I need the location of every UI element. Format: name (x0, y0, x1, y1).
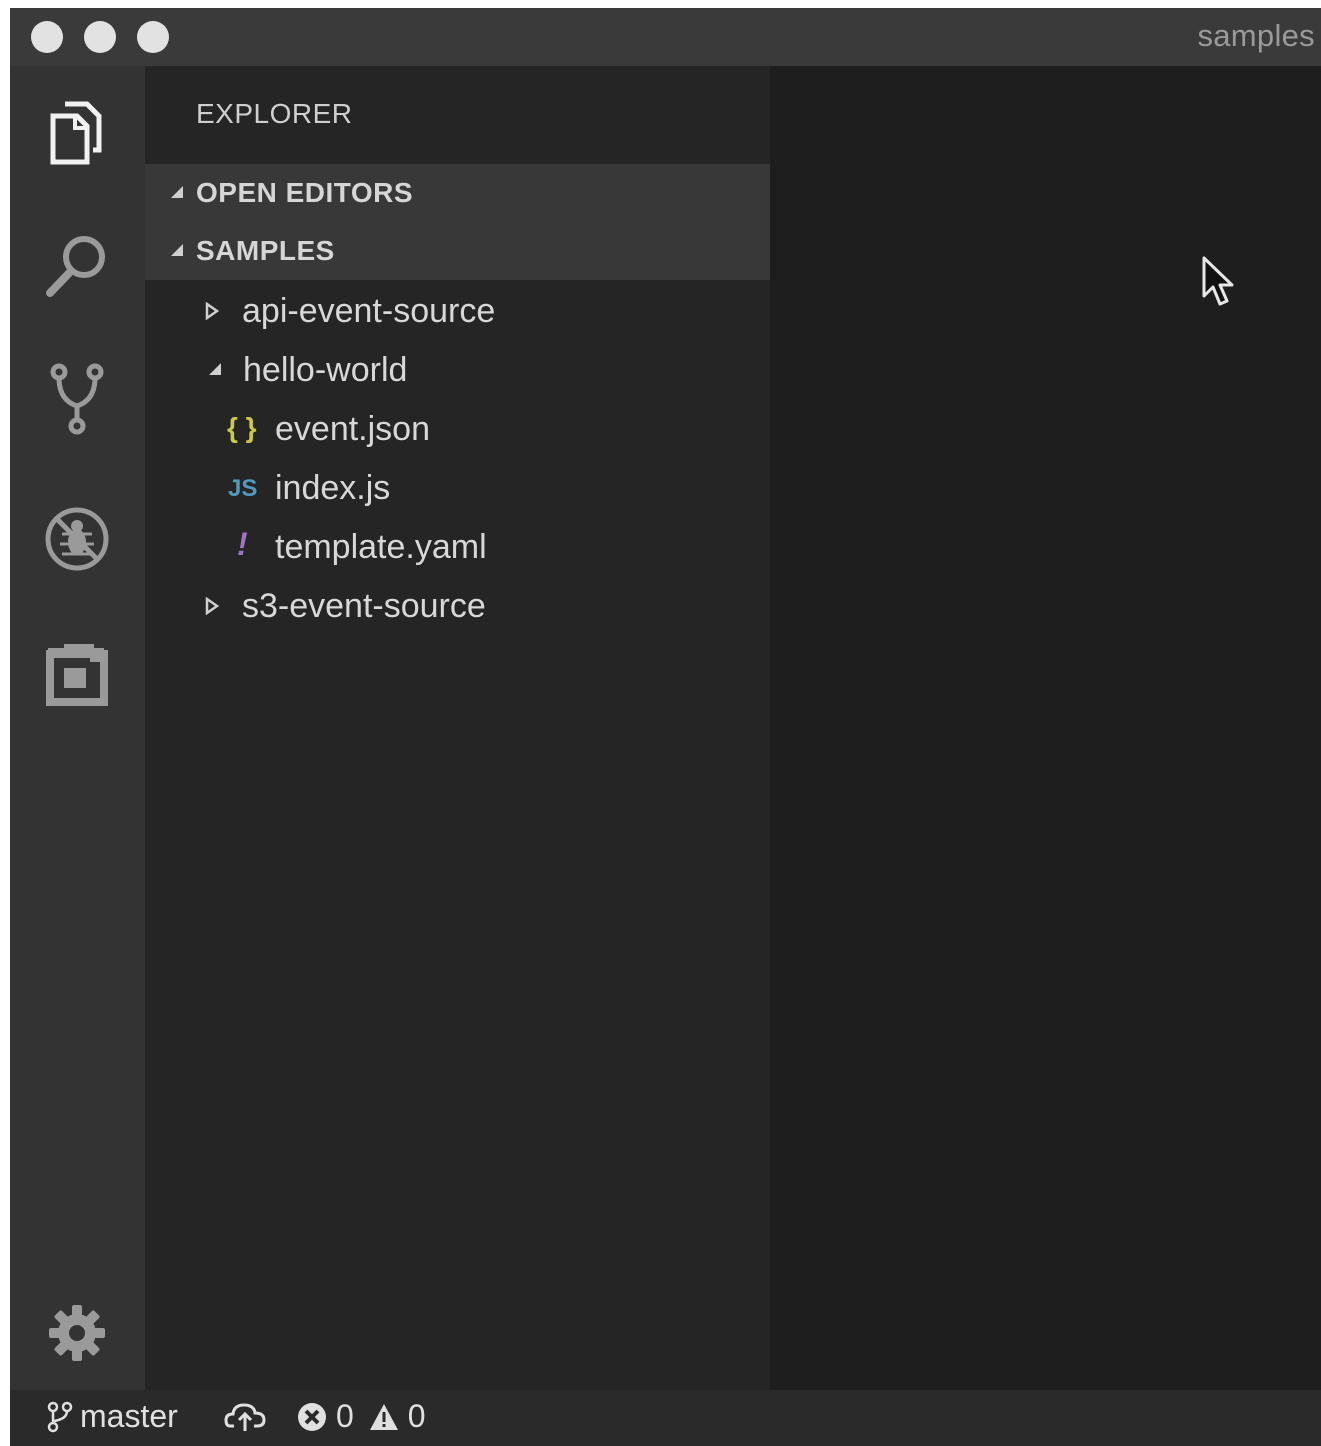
tree-item-label: index.js (275, 469, 391, 507)
debug-icon[interactable] (42, 504, 112, 574)
tree-item-label: event.json (275, 410, 430, 448)
title-bar: samples (10, 8, 1321, 66)
editor-area[interactable] (770, 66, 1321, 1390)
warning-count: 0 (407, 1398, 426, 1434)
chevron-down-icon (209, 363, 221, 375)
tree-folder-s3-event-source[interactable]: s3-event-source (145, 577, 770, 635)
branch-name: master (80, 1398, 178, 1434)
minimize-window-button[interactable] (84, 21, 116, 53)
window-title: samples (1197, 18, 1315, 53)
error-count: 0 (336, 1398, 354, 1434)
warning-icon (369, 1403, 398, 1430)
tree-item-label: template.yaml (275, 528, 487, 566)
git-branch-icon (47, 1401, 73, 1432)
extensions-icon[interactable] (42, 640, 112, 710)
tree-folder-api-event-source[interactable]: api-event-source (145, 282, 770, 340)
chevron-right-icon (205, 302, 219, 320)
tree-folder-hello-world[interactable]: hello-world (145, 341, 770, 399)
mouse-cursor-icon (1202, 256, 1234, 306)
gear-icon[interactable] (42, 1298, 112, 1368)
zoom-window-button[interactable] (137, 21, 169, 53)
close-window-button[interactable] (31, 21, 63, 53)
vscode-window: samples EXPLORER OPEN EDITORS SAMPLES ap… (10, 8, 1321, 1446)
section-label: OPEN EDITORS (196, 177, 414, 208)
chevron-down-icon (171, 186, 183, 198)
tree-item-label: hello-world (243, 351, 408, 389)
js-file-icon: JS (228, 475, 258, 502)
section-samples[interactable]: SAMPLES (145, 222, 770, 280)
tree-file-event-json[interactable]: { } event.json (145, 400, 770, 458)
sidebar-title: EXPLORER (196, 98, 353, 129)
problems-indicator[interactable]: 0 0 (296, 1398, 426, 1435)
chevron-down-icon (171, 244, 183, 256)
chevron-right-icon (205, 597, 219, 615)
section-open-editors[interactable]: OPEN EDITORS (145, 164, 770, 222)
files-icon[interactable] (42, 98, 112, 168)
tree-item-label: s3-event-source (242, 587, 486, 625)
branch-indicator[interactable]: master (46, 1398, 178, 1435)
json-file-icon: { } (227, 412, 257, 443)
tree-file-template-yaml[interactable]: ! template.yaml (145, 518, 770, 576)
sync-button[interactable] (224, 1400, 266, 1432)
yaml-file-icon: ! (237, 526, 248, 562)
activity-bar (10, 66, 145, 1390)
search-icon[interactable] (42, 231, 112, 301)
tree-item-label: api-event-source (242, 292, 496, 330)
source-control-icon[interactable] (42, 363, 112, 435)
cloud-upload-icon (224, 1403, 266, 1431)
status-bar: master 0 0 (10, 1390, 1321, 1446)
tree-file-index-js[interactable]: JS index.js (145, 459, 770, 517)
explorer-sidebar: EXPLORER OPEN EDITORS SAMPLES api-event-… (145, 66, 770, 1390)
section-label: SAMPLES (196, 235, 335, 266)
error-icon (298, 1402, 326, 1431)
